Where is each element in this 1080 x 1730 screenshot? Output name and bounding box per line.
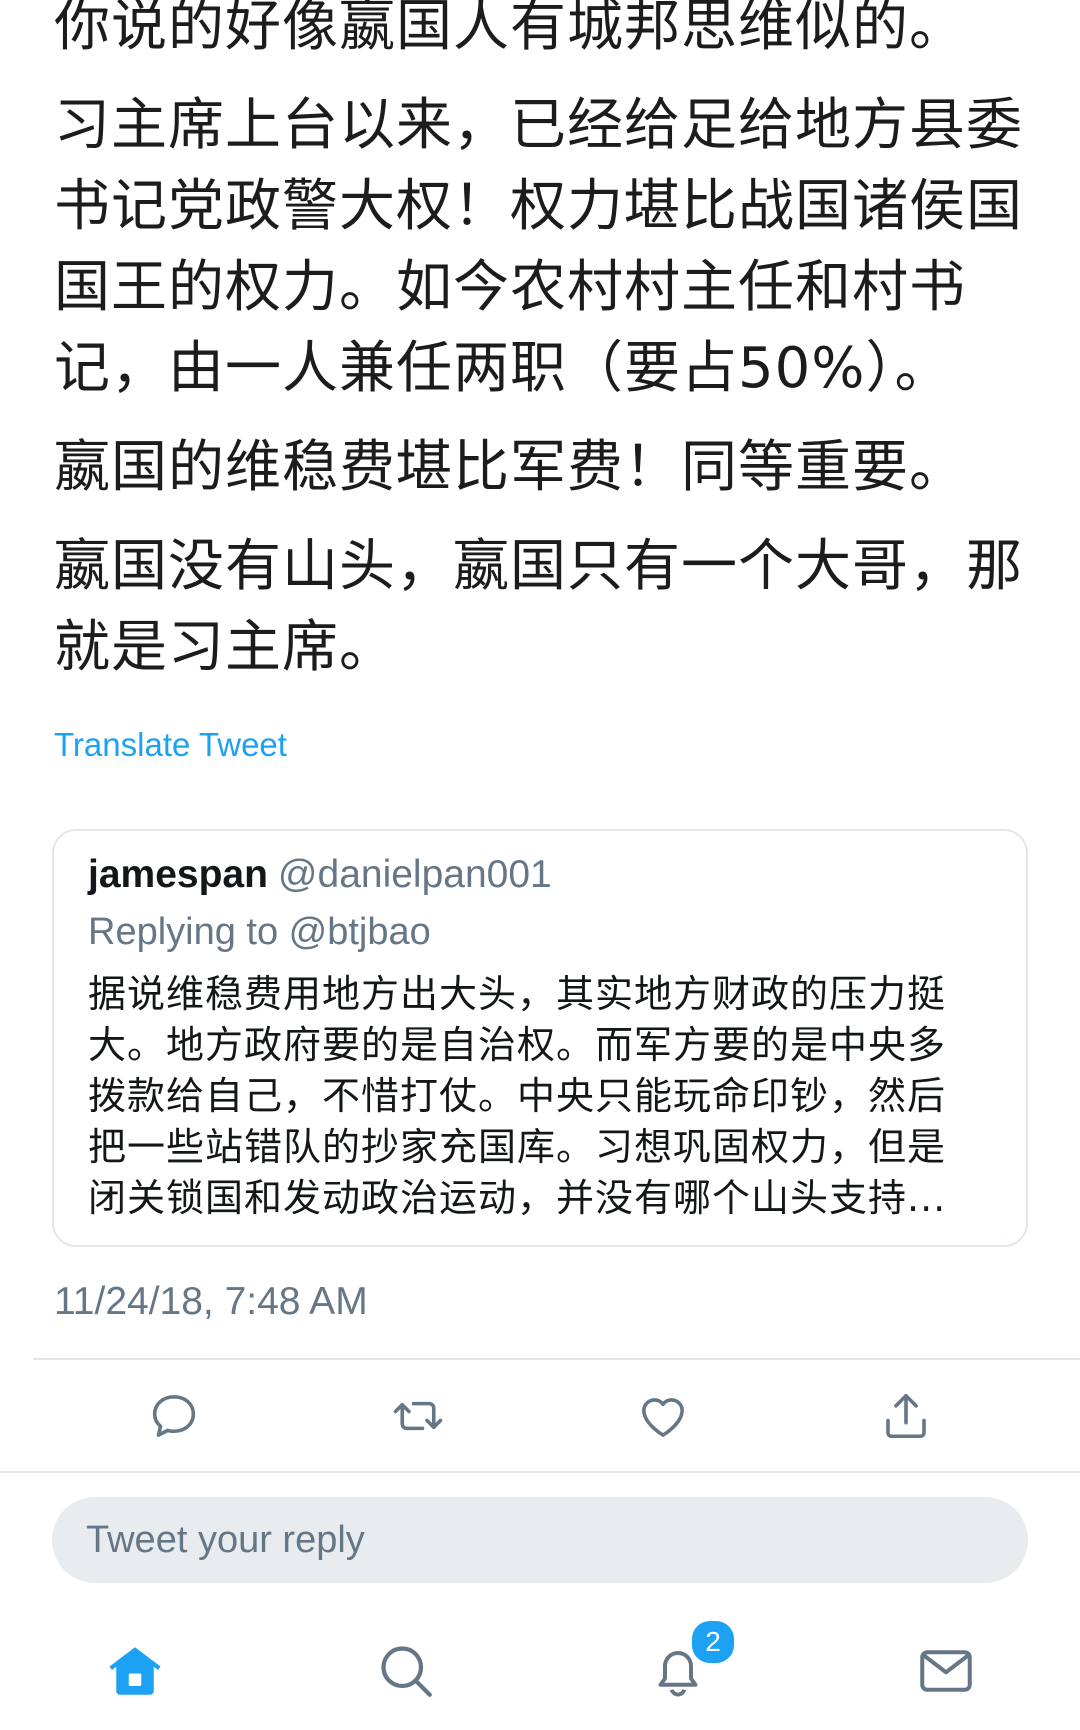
- retweet-icon: [393, 1401, 443, 1431]
- reply-placeholder: Tweet your reply: [86, 1518, 365, 1561]
- retweet-button[interactable]: [388, 1386, 448, 1446]
- messages-icon: [920, 1650, 972, 1692]
- tweet-body: 你说的好像嬴国人有城邦思维似的。 习主席上台以来，已经给足给地方县委书记党政警大…: [54, 0, 1039, 706]
- quoted-tweet-card[interactable]: jamespan @danielpan001 Replying to @btjba…: [52, 829, 1028, 1247]
- notification-badge: 2: [689, 1618, 737, 1666]
- share-icon: [886, 1393, 926, 1439]
- tweet-paragraph: 嬴国的维稳费堪比军费！同等重要。: [54, 435, 966, 500]
- tweet-paragraph: 嬴国没有山头，嬴国只有一个大哥，那就是习主席。: [54, 534, 1023, 680]
- tweet-paragraph: 习主席上台以来，已经给足给地方县委书记党政警大权！权力堪比战国诸侯国国王的权力。…: [54, 93, 1023, 401]
- translate-tweet-link[interactable]: Translate Tweet: [54, 726, 287, 764]
- quoted-replying-to: Replying to @btjbao: [88, 911, 431, 953]
- search-icon: [381, 1646, 432, 1697]
- divider: [0, 1471, 1080, 1473]
- reply-button[interactable]: [144, 1386, 204, 1446]
- divider: [33, 1358, 1080, 1360]
- like-button[interactable]: [633, 1386, 693, 1446]
- home-icon: [109, 1647, 161, 1695]
- quoted-tweet-header: jamespan @danielpan001: [88, 853, 552, 897]
- tweet-paragraph: 你说的好像嬴国人有城邦思维似的。: [54, 0, 966, 59]
- tweet-timestamp: 11/24/18, 7:48 AM: [54, 1280, 368, 1323]
- reply-input[interactable]: Tweet your reply: [52, 1497, 1028, 1583]
- reply-icon: [152, 1395, 196, 1437]
- quoted-tweet-text: 据说维稳费用地方出大头，其实地方财政的压力挺大。地方政府要的是自治权。而军方要的…: [88, 972, 947, 1220]
- share-button[interactable]: [876, 1386, 936, 1446]
- like-icon: [642, 1398, 684, 1437]
- nav-messages[interactable]: [911, 1636, 981, 1706]
- nav-home[interactable]: [100, 1636, 170, 1706]
- nav-search[interactable]: [371, 1636, 441, 1706]
- quoted-author-handle: @danielpan001: [277, 853, 552, 896]
- quoted-author-name: jamespan: [88, 853, 268, 896]
